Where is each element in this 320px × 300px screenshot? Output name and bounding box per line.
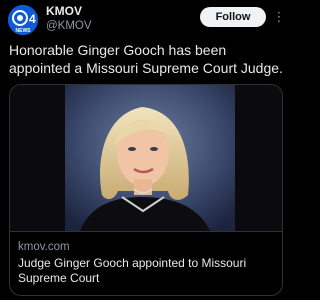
tweet-header: 4 NEWS KMOV @KMOV Follow ⋮ (0, 0, 291, 36)
follow-button[interactable]: Follow (200, 7, 266, 27)
link-card[interactable]: kmov.com Judge Ginger Gooch appointed to… (9, 84, 283, 296)
account-handle[interactable]: @KMOV (46, 19, 92, 33)
display-name[interactable]: KMOV (46, 4, 92, 18)
portrait-photo (10, 85, 282, 231)
card-domain: kmov.com (18, 241, 70, 253)
avatar[interactable]: 4 NEWS (8, 5, 38, 35)
card-meta[interactable]: kmov.com Judge Ginger Gooch appointed to… (10, 231, 282, 295)
account-names: KMOV @KMOV (46, 4, 92, 33)
logo-numeral: 4 (29, 12, 36, 26)
tweet-text: Honorable Ginger Gooch has been appointe… (9, 42, 283, 76)
kmov-logo-icon: 4 NEWS (8, 5, 38, 35)
more-dots-icon[interactable]: ⋮ (271, 6, 287, 28)
card-headline: Judge Ginger Gooch appointed to Missouri… (18, 256, 247, 285)
card-image[interactable] (10, 85, 282, 231)
logo-subtext: NEWS (16, 28, 32, 34)
